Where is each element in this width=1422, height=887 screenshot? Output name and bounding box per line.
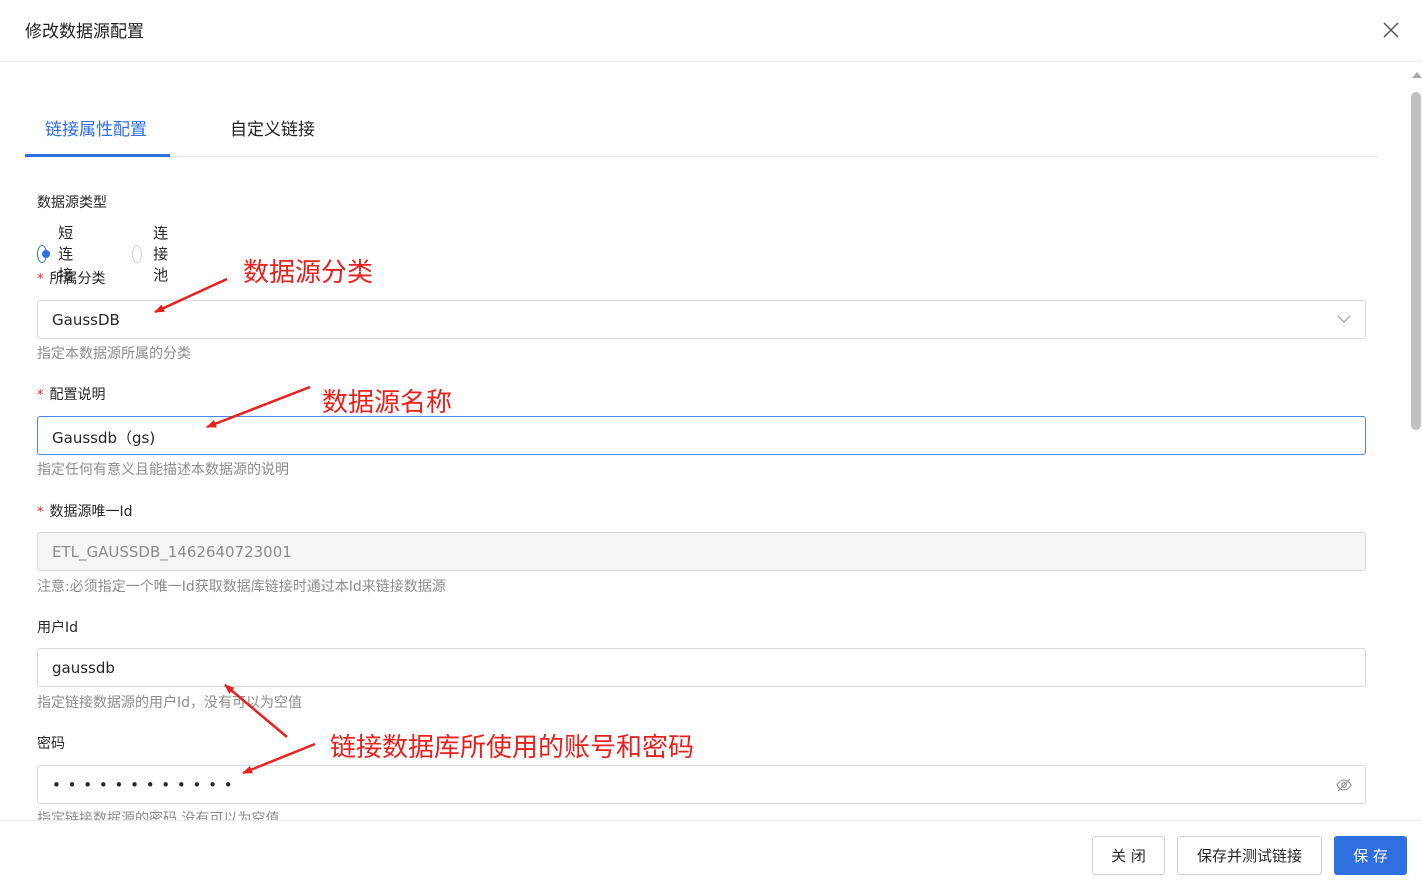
- radio-connection-pool-label: 连接池: [153, 224, 169, 284]
- user-id-label: 用户Id: [37, 620, 79, 636]
- password-input-value: • • • • • • • • • • • •: [52, 776, 234, 794]
- user-id-help: 指定链接数据源的用户Id，没有可以为空值: [37, 695, 303, 711]
- radio-unchecked-icon[interactable]: [132, 244, 143, 263]
- category-select[interactable]: GaussDB: [37, 300, 1366, 339]
- description-label: * 配置说明: [37, 384, 106, 404]
- close-button[interactable]: 关 闭: [1092, 836, 1165, 875]
- unique-id-label-text: 数据源唯一Id: [49, 504, 133, 520]
- eye-off-icon[interactable]: [1336, 777, 1352, 793]
- required-mark: *: [37, 272, 44, 287]
- description-label-text: 配置说明: [49, 387, 106, 403]
- radio-connection-pool[interactable]: 连接池: [132, 222, 176, 285]
- category-label: * 所属分类: [37, 268, 106, 288]
- active-tab-indicator: [25, 154, 170, 157]
- radio-checked-icon[interactable]: [37, 244, 51, 263]
- required-mark: *: [37, 505, 44, 520]
- unique-id-label: * 数据源唯一Id: [37, 501, 133, 521]
- category-help: 指定本数据源所属的分类: [37, 346, 191, 362]
- password-label: 密码: [37, 736, 65, 752]
- required-mark: *: [37, 388, 44, 403]
- description-help: 指定任何有意义且能描述本数据源的说明: [37, 462, 289, 478]
- annotation-category: 数据源分类: [243, 258, 374, 288]
- scrollbar-thumb[interactable]: [1411, 92, 1421, 430]
- annotation-name: 数据源名称: [322, 388, 453, 418]
- scroll-up-arrow-icon[interactable]: [1412, 72, 1422, 78]
- datasource-type-label: 数据源类型: [37, 195, 107, 211]
- tab-link-properties[interactable]: 链接属性配置: [45, 115, 147, 140]
- modal-header: 修改数据源配置: [0, 0, 1422, 62]
- user-id-input-value: gaussdb: [52, 659, 115, 677]
- category-select-value: GaussDB: [52, 311, 120, 329]
- close-icon[interactable]: [1382, 21, 1400, 39]
- modal-footer: 关 闭 保存并测试链接 保 存: [0, 820, 1422, 887]
- unique-id-input-value: ETL_GAUSSDB_1462640723001: [52, 543, 292, 561]
- description-input-value: Gaussdb（gs): [52, 429, 156, 447]
- save-and-test-button[interactable]: 保存并测试链接: [1177, 836, 1322, 875]
- save-button[interactable]: 保 存: [1334, 836, 1407, 875]
- password-input[interactable]: • • • • • • • • • • • •: [37, 765, 1366, 804]
- tab-bar: 链接属性配置 自定义链接: [25, 100, 1378, 157]
- user-id-input[interactable]: gaussdb: [37, 648, 1366, 687]
- category-label-text: 所属分类: [49, 271, 106, 287]
- unique-id-input: ETL_GAUSSDB_1462640723001: [37, 532, 1366, 571]
- chevron-down-icon[interactable]: [1337, 312, 1351, 326]
- description-input[interactable]: Gaussdb（gs): [37, 416, 1366, 455]
- unique-id-help: 注意:必须指定一个唯一Id获取数据库链接时通过本Id来链接数据源: [37, 579, 446, 595]
- modal-title: 修改数据源配置: [25, 22, 144, 42]
- tab-custom-link[interactable]: 自定义链接: [230, 115, 315, 140]
- annotation-account: 链接数据库所使用的账号和密码: [330, 733, 695, 763]
